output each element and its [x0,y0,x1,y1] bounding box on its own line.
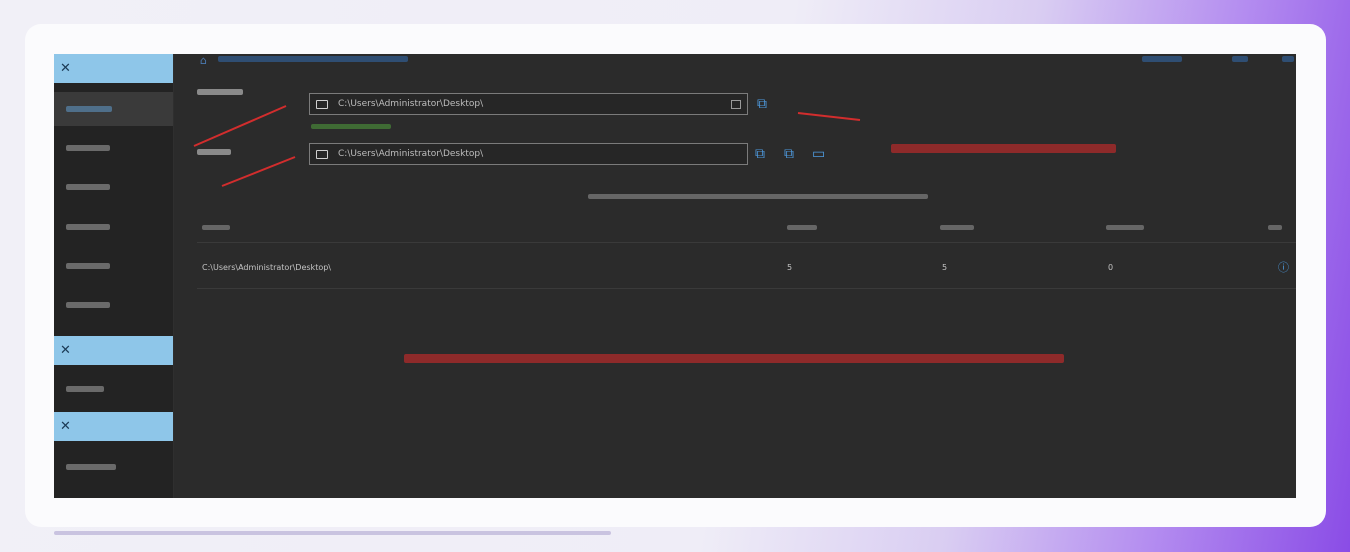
arrow-line [221,156,296,187]
arrow-line [797,112,861,121]
annotation-arrows [193,105,861,187]
arrow-line [193,105,287,147]
app-window: ✕ ✕ ✕ ⌂ C:\Users\Administrator\Desktop\ … [54,54,1296,498]
scroll-indicator[interactable] [54,531,611,535]
